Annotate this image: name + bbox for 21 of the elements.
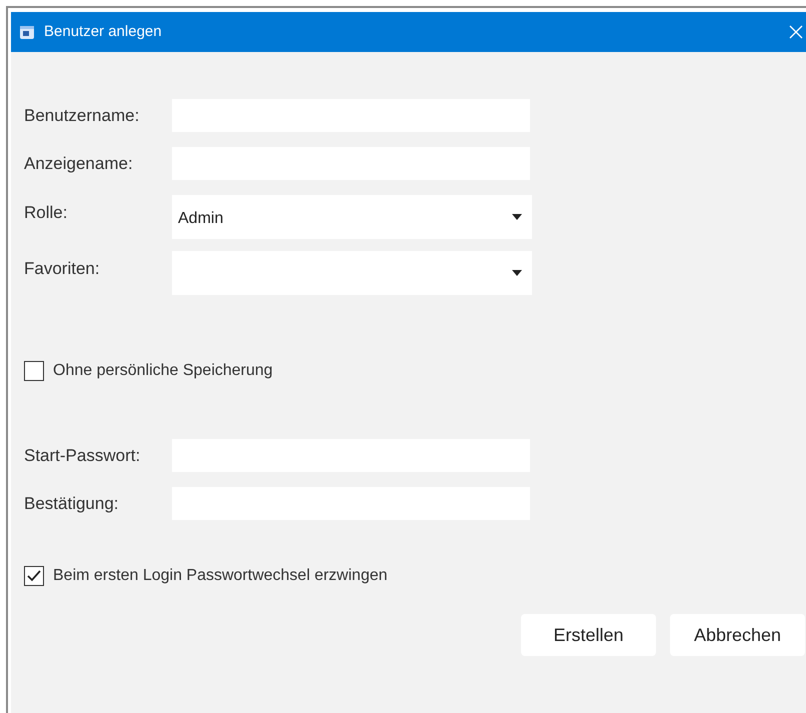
field-label: Anzeigename: <box>24 152 134 175</box>
dialog-button[interactable]: Erstellen <box>521 614 656 656</box>
checkbox[interactable] <box>24 361 44 381</box>
checkbox-label: Beim ersten Login Passwortwechsel erzwingen <box>53 566 388 586</box>
field-label: Bestätigung: <box>24 492 120 515</box>
dropdown[interactable] <box>172 251 532 295</box>
checkbox-label: Ohne persönliche Speicherung <box>53 361 273 381</box>
checkbox[interactable] <box>24 566 44 586</box>
caret-icon <box>512 214 522 220</box>
checkmark-icon <box>27 570 41 582</box>
app-icon <box>19 24 35 40</box>
field-label: Rolle: <box>24 202 68 224</box>
field-label: Start-Passwort: <box>24 444 142 467</box>
dropdown-value: Admin <box>178 209 224 229</box>
dropdown[interactable]: Admin <box>172 195 532 239</box>
field-label: Favoriten: <box>24 258 101 280</box>
window-title: Benutzer anlegen <box>44 22 162 42</box>
dialog-button[interactable]: Abbrechen <box>670 614 805 656</box>
caret-icon <box>512 270 522 276</box>
field-label: Benutzername: <box>24 104 140 127</box>
close-icon <box>789 25 803 39</box>
